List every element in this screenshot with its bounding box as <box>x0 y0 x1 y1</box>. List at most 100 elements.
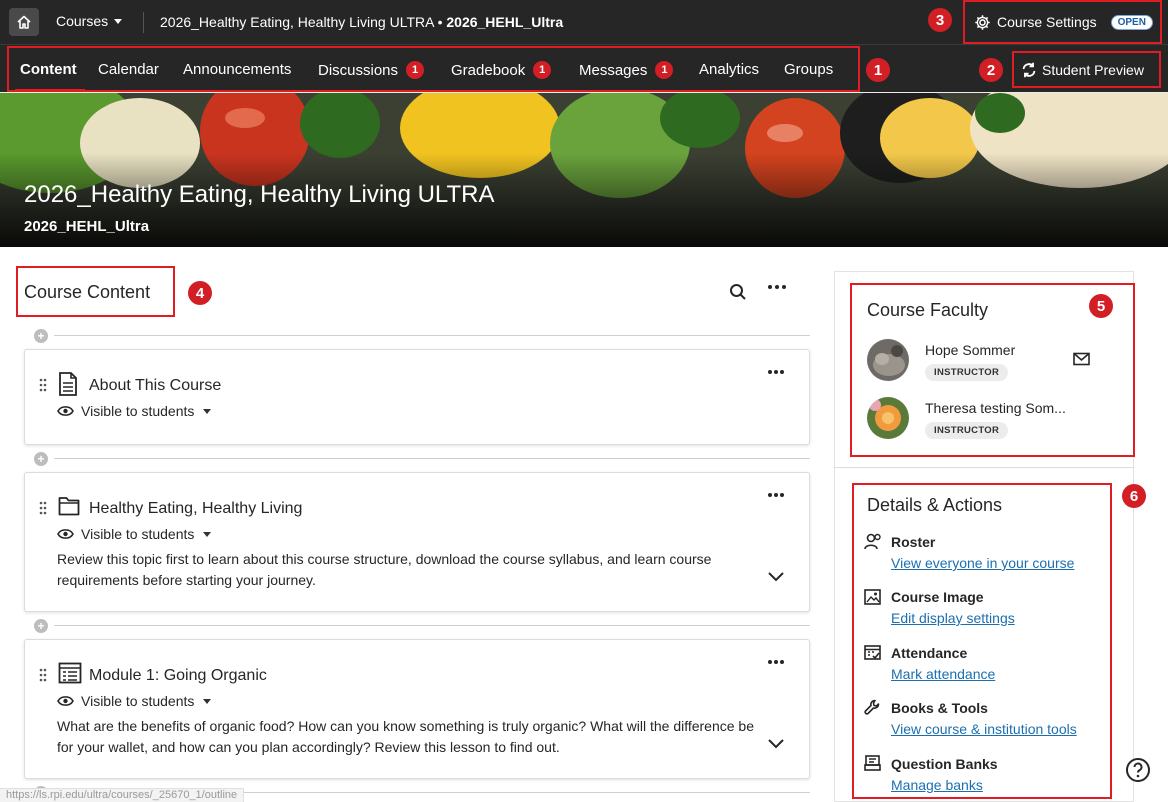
folder-icon <box>58 497 80 516</box>
details-label-books-tools: Books & Tools <box>891 700 988 716</box>
courses-dropdown[interactable]: Courses <box>56 13 123 29</box>
eye-icon <box>57 696 74 706</box>
callout-4: 4 <box>188 281 212 305</box>
drag-handle-icon[interactable] <box>39 378 47 392</box>
manage-banks-link[interactable]: Manage banks <box>891 777 983 793</box>
tab-label: Discussions <box>318 61 399 79</box>
notification-badge: 1 <box>533 61 552 79</box>
tab-discussions[interactable]: Discussions 1 <box>318 61 425 79</box>
student-preview-label: Student Preview <box>1042 61 1144 78</box>
divider <box>54 335 810 336</box>
search-icon[interactable] <box>729 283 747 301</box>
more-options-icon[interactable] <box>767 283 787 291</box>
expand-chevron-icon[interactable] <box>767 571 785 583</box>
course-settings-button[interactable]: Course Settings OPEN <box>963 0 1162 44</box>
drag-handle-icon[interactable] <box>39 501 47 515</box>
plus-icon[interactable]: + <box>34 452 48 466</box>
roster-icon <box>864 533 881 550</box>
help-icon[interactable] <box>1125 757 1151 783</box>
faculty-name[interactable]: Hope Sommer <box>925 342 1015 358</box>
breadcrumb: 2026_Healthy Eating, Healthy Living ULTR… <box>160 14 563 30</box>
content-item-description: What are the benefits of organic food? H… <box>57 718 755 755</box>
more-options-icon[interactable] <box>767 368 785 376</box>
top-bar: Courses 2026_Healthy Eating, Healthy Liv… <box>0 0 1168 44</box>
mail-icon[interactable] <box>1073 352 1090 366</box>
tab-calendar[interactable]: Calendar <box>98 61 159 78</box>
avatar[interactable] <box>867 339 909 381</box>
plus-icon[interactable]: + <box>34 619 48 633</box>
visibility-dropdown[interactable]: Visible to students <box>57 403 212 419</box>
chevron-down-icon <box>203 408 212 414</box>
divider <box>54 625 810 626</box>
breadcrumb-code: 2026_HEHL_Ultra <box>446 14 564 30</box>
visibility-label: Visible to students <box>81 526 195 542</box>
tab-messages[interactable]: Messages 1 <box>579 61 674 79</box>
role-badge: INSTRUCTOR <box>925 364 1009 381</box>
avatar-photo-icon <box>867 339 909 381</box>
more-options-icon[interactable] <box>767 658 785 666</box>
gear-icon <box>975 14 990 30</box>
wrench-icon <box>864 699 880 715</box>
callout-5: 5 <box>1089 294 1113 318</box>
visibility-dropdown[interactable]: Visible to students <box>57 526 212 542</box>
student-preview-button[interactable]: Student Preview <box>1012 51 1161 88</box>
course-faculty-title: Course Faculty <box>867 300 989 320</box>
content-item-module-1[interactable]: Module 1: Going Organic Visible to stude… <box>24 639 810 779</box>
course-nav-bar: Content Calendar Announcements Discussio… <box>0 44 1168 92</box>
open-status-badge: OPEN <box>1110 14 1153 30</box>
content-item-title[interactable]: About This Course <box>89 377 221 395</box>
view-tools-link[interactable]: View course & institution tools <box>891 721 1077 737</box>
callout-2: 2 <box>979 58 1003 82</box>
plus-icon[interactable]: + <box>34 329 48 343</box>
details-label-course-image: Course Image <box>891 589 984 605</box>
more-options-icon[interactable] <box>767 491 785 499</box>
question-bank-icon <box>864 755 881 771</box>
add-content-row[interactable]: + <box>34 619 810 633</box>
courses-label: Courses <box>56 13 109 29</box>
drag-handle-icon[interactable] <box>39 668 47 682</box>
tab-groups[interactable]: Groups <box>784 61 833 78</box>
visibility-label: Visible to students <box>81 693 195 709</box>
home-button[interactable] <box>9 8 39 36</box>
avatar[interactable] <box>867 397 909 439</box>
add-content-row[interactable]: + <box>34 452 810 466</box>
mark-attendance-link[interactable]: Mark attendance <box>891 666 995 682</box>
roster-link[interactable]: View everyone in your course <box>891 555 1074 571</box>
content-item-title[interactable]: Healthy Eating, Healthy Living <box>89 500 302 518</box>
details-highlight-box <box>852 483 1112 799</box>
document-icon <box>59 372 77 396</box>
tab-content[interactable]: Content <box>20 61 77 78</box>
details-label-roster: Roster <box>891 534 936 550</box>
tab-label: Analytics <box>699 61 760 78</box>
course-settings-label: Course Settings <box>997 14 1097 30</box>
details-actions-title: Details & Actions <box>867 495 1003 515</box>
content-item-title[interactable]: Module 1: Going Organic <box>89 667 267 685</box>
breadcrumb-separator: • <box>433 14 447 30</box>
breadcrumb-course: 2026_Healthy Eating, Healthy Living ULTR… <box>160 14 434 30</box>
faculty-name[interactable]: Theresa testing Som... <box>925 400 1066 416</box>
chevron-down-icon <box>114 18 123 24</box>
course-banner: 2026_Healthy Eating, Healthy Living ULTR… <box>0 93 1168 247</box>
tab-label: Announcements <box>183 61 292 78</box>
divider <box>54 458 810 459</box>
notification-badge: 1 <box>406 61 425 79</box>
chevron-down-icon <box>203 531 212 537</box>
tab-gradebook[interactable]: Gradebook 1 <box>451 61 552 79</box>
callout-6: 6 <box>1122 484 1146 508</box>
image-icon <box>864 589 881 605</box>
add-content-row[interactable]: + <box>34 329 810 343</box>
tab-analytics[interactable]: Analytics <box>699 61 759 78</box>
content-item-healthy-eating[interactable]: Healthy Eating, Healthy Living Visible t… <box>24 472 810 612</box>
tab-label: Gradebook <box>451 61 526 79</box>
tab-label: Messages <box>579 61 648 79</box>
edit-display-settings-link[interactable]: Edit display settings <box>891 610 1015 626</box>
expand-chevron-icon[interactable] <box>767 738 785 750</box>
tab-label: Calendar <box>98 61 159 78</box>
visibility-dropdown[interactable]: Visible to students <box>57 693 212 709</box>
callout-1: 1 <box>866 58 890 82</box>
avatar-photo-icon <box>867 397 909 439</box>
home-icon <box>17 15 31 29</box>
content-item-description: Review this topic first to learn about t… <box>57 551 712 588</box>
tab-announcements[interactable]: Announcements <box>183 61 291 78</box>
content-item-about[interactable]: About This Course Visible to students <box>24 349 810 445</box>
